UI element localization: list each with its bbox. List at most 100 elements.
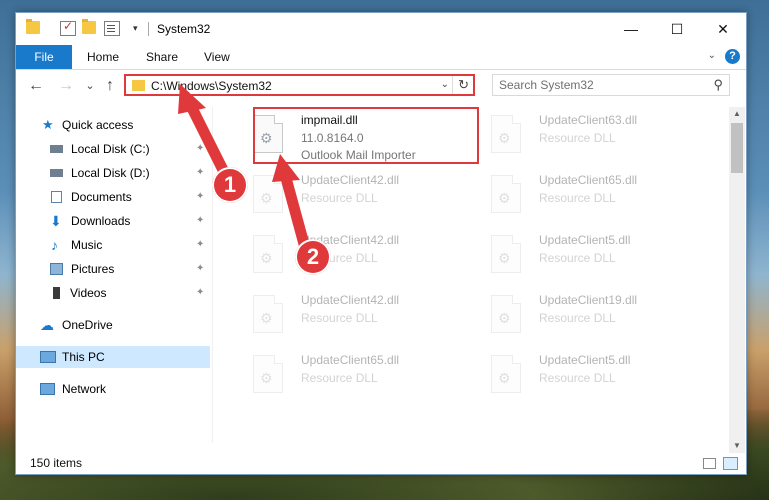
network-icon: [40, 383, 55, 395]
file-tile[interactable]: ⚙ UpdateClient5.dll Resource DLL: [475, 351, 699, 403]
back-button[interactable]: ←: [26, 76, 46, 96]
dll-file-icon: ⚙: [253, 355, 283, 393]
cloud-icon: ☁: [40, 317, 54, 333]
sidebar-item-label: Local Disk (D:): [71, 166, 150, 180]
pin-icon[interactable]: ✦: [196, 234, 204, 256]
close-button[interactable]: ✕: [700, 13, 746, 45]
pane-divider[interactable]: [212, 107, 213, 443]
file-tile[interactable]: ⚙ UpdateClient42.dll Resource DLL: [237, 231, 461, 283]
sidebar-item-label: Documents: [71, 190, 132, 204]
refresh-icon[interactable]: ↻: [458, 77, 469, 93]
gear-icon: ⚙: [260, 250, 273, 266]
file-name: UpdateClient42.dll: [301, 293, 400, 307]
scroll-up-arrow-icon[interactable]: ▲: [729, 107, 745, 121]
address-path[interactable]: C:\Windows\System32: [151, 79, 272, 93]
pin-icon[interactable]: ✦: [196, 258, 204, 280]
sidebar-item-videos[interactable]: Videos ✦: [16, 282, 210, 304]
search-icon[interactable]: ⚲: [713, 77, 723, 93]
gear-icon: ⚙: [260, 370, 273, 386]
tab-view[interactable]: View: [204, 45, 230, 69]
tab-share[interactable]: Share: [146, 45, 178, 69]
sidebar-item-local-disk-d[interactable]: Local Disk (D:) ✦: [16, 162, 210, 184]
sidebar-item-network[interactable]: Network: [16, 378, 210, 400]
properties-check-icon[interactable]: [60, 19, 76, 36]
file-tile[interactable]: ⚙ UpdateClient65.dll Resource DLL: [475, 171, 699, 223]
sidebar-item-label: Videos: [70, 286, 107, 300]
up-button[interactable]: ↑: [100, 76, 120, 96]
dll-file-icon: ⚙: [491, 175, 521, 213]
tab-home[interactable]: Home: [87, 45, 119, 69]
dll-file-icon: ⚙: [253, 295, 283, 333]
gear-icon: ⚙: [498, 370, 511, 386]
sidebar-item-music[interactable]: ♪ Music ✦: [16, 234, 210, 256]
sidebar-item-documents[interactable]: Documents ✦: [16, 186, 210, 208]
file-description: Resource DLL: [539, 251, 616, 265]
quick-access-toolbar-icon[interactable]: [104, 21, 120, 36]
file-tile[interactable]: ⚙ UpdateClient19.dll Resource DLL: [475, 291, 699, 343]
file-tile[interactable]: ⚙ UpdateClient65.dll Resource DLL: [237, 351, 461, 403]
expand-ribbon-chevron-icon[interactable]: ⌄: [708, 50, 716, 61]
minimize-button[interactable]: —: [608, 13, 654, 45]
details-view-icon[interactable]: [703, 458, 716, 469]
sidebar-item-pictures[interactable]: Pictures ✦: [16, 258, 210, 280]
dll-file-icon: ⚙: [253, 235, 283, 273]
pin-icon[interactable]: ✦: [196, 186, 204, 208]
gear-icon: ⚙: [260, 310, 273, 326]
tiles-view-icon[interactable]: [723, 457, 738, 470]
customize-toolbar-chevron-icon[interactable]: ▾: [133, 23, 138, 34]
file-name: UpdateClient65.dll: [301, 353, 400, 367]
file-description: Resource DLL: [301, 311, 378, 325]
sidebar-item-downloads[interactable]: ⬇ Downloads ✦: [16, 210, 210, 232]
vertical-scrollbar[interactable]: ▲ ▼: [729, 107, 745, 453]
file-name: UpdateClient5.dll: [539, 353, 631, 367]
folder-icon: [132, 80, 145, 91]
explorer-window: ▾ System32 — ☐ ✕ File Home Share View ⌄ …: [15, 12, 747, 475]
file-description: Resource DLL: [539, 191, 616, 205]
sidebar-item-label: Music: [71, 238, 103, 252]
recent-locations-chevron-icon[interactable]: ⌄: [80, 76, 100, 96]
folder-icon: [26, 19, 40, 34]
sidebar-item-this-pc[interactable]: This PC: [16, 346, 210, 368]
sidebar-item-quick-access[interactable]: ★ Quick access: [16, 114, 210, 136]
music-icon: ♪: [51, 237, 58, 253]
tab-file[interactable]: File: [16, 45, 72, 69]
step-badge-2: 2: [295, 239, 331, 275]
file-name: UpdateClient63.dll: [539, 113, 638, 127]
file-tile[interactable]: ⚙ UpdateClient5.dll Resource DLL: [475, 231, 699, 283]
scroll-down-arrow-icon[interactable]: ▼: [729, 439, 745, 453]
address-dropdown-chevron-icon[interactable]: ⌄: [441, 79, 449, 90]
maximize-button[interactable]: ☐: [654, 13, 700, 45]
sidebar-item-label: Pictures: [71, 262, 115, 276]
file-tile[interactable]: ⚙ UpdateClient42.dll Resource DLL: [237, 291, 461, 343]
gear-icon: ⚙: [498, 130, 511, 146]
help-icon[interactable]: ?: [725, 49, 740, 64]
file-tile[interactable]: ⚙ UpdateClient42.dll Resource DLL: [237, 171, 461, 223]
sidebar-item-onedrive[interactable]: ☁ OneDrive: [16, 314, 210, 336]
step-badge-1: 1: [212, 167, 248, 203]
drive-icon: [50, 169, 63, 177]
pin-icon[interactable]: ✦: [196, 210, 204, 232]
scroll-thumb[interactable]: [731, 123, 743, 173]
search-box[interactable]: Search System32 ⚲: [492, 74, 730, 96]
forward-button[interactable]: →: [56, 76, 76, 96]
navigation-bar: ← → ⌄ ↑ C:\Windows\System32 ⌄ ↻ Search S…: [16, 70, 746, 102]
pin-icon[interactable]: ✦: [196, 138, 204, 160]
status-bar: 150 items: [16, 453, 746, 474]
highlight-box: [253, 107, 479, 164]
dll-file-icon: ⚙: [491, 295, 521, 333]
search-input[interactable]: Search System32: [499, 78, 594, 92]
address-bar[interactable]: C:\Windows\System32 ⌄ ↻: [124, 74, 475, 96]
drive-icon: [50, 145, 63, 153]
sidebar-item-label: Downloads: [71, 214, 131, 228]
pin-icon[interactable]: ✦: [196, 282, 204, 304]
new-folder-icon[interactable]: [82, 19, 96, 34]
sidebar-item-local-disk-c[interactable]: Local Disk (C:) ✦: [16, 138, 210, 160]
title-bar: ▾ System32 — ☐ ✕: [16, 13, 746, 45]
gear-icon: ⚙: [498, 250, 511, 266]
pin-icon[interactable]: ✦: [196, 162, 204, 184]
file-description: Resource DLL: [301, 191, 378, 205]
file-tile[interactable]: ⚙ UpdateClient63.dll Resource DLL: [475, 111, 699, 163]
file-description: Resource DLL: [539, 311, 616, 325]
file-name: UpdateClient42.dll: [301, 173, 400, 187]
address-separator: [452, 76, 453, 94]
